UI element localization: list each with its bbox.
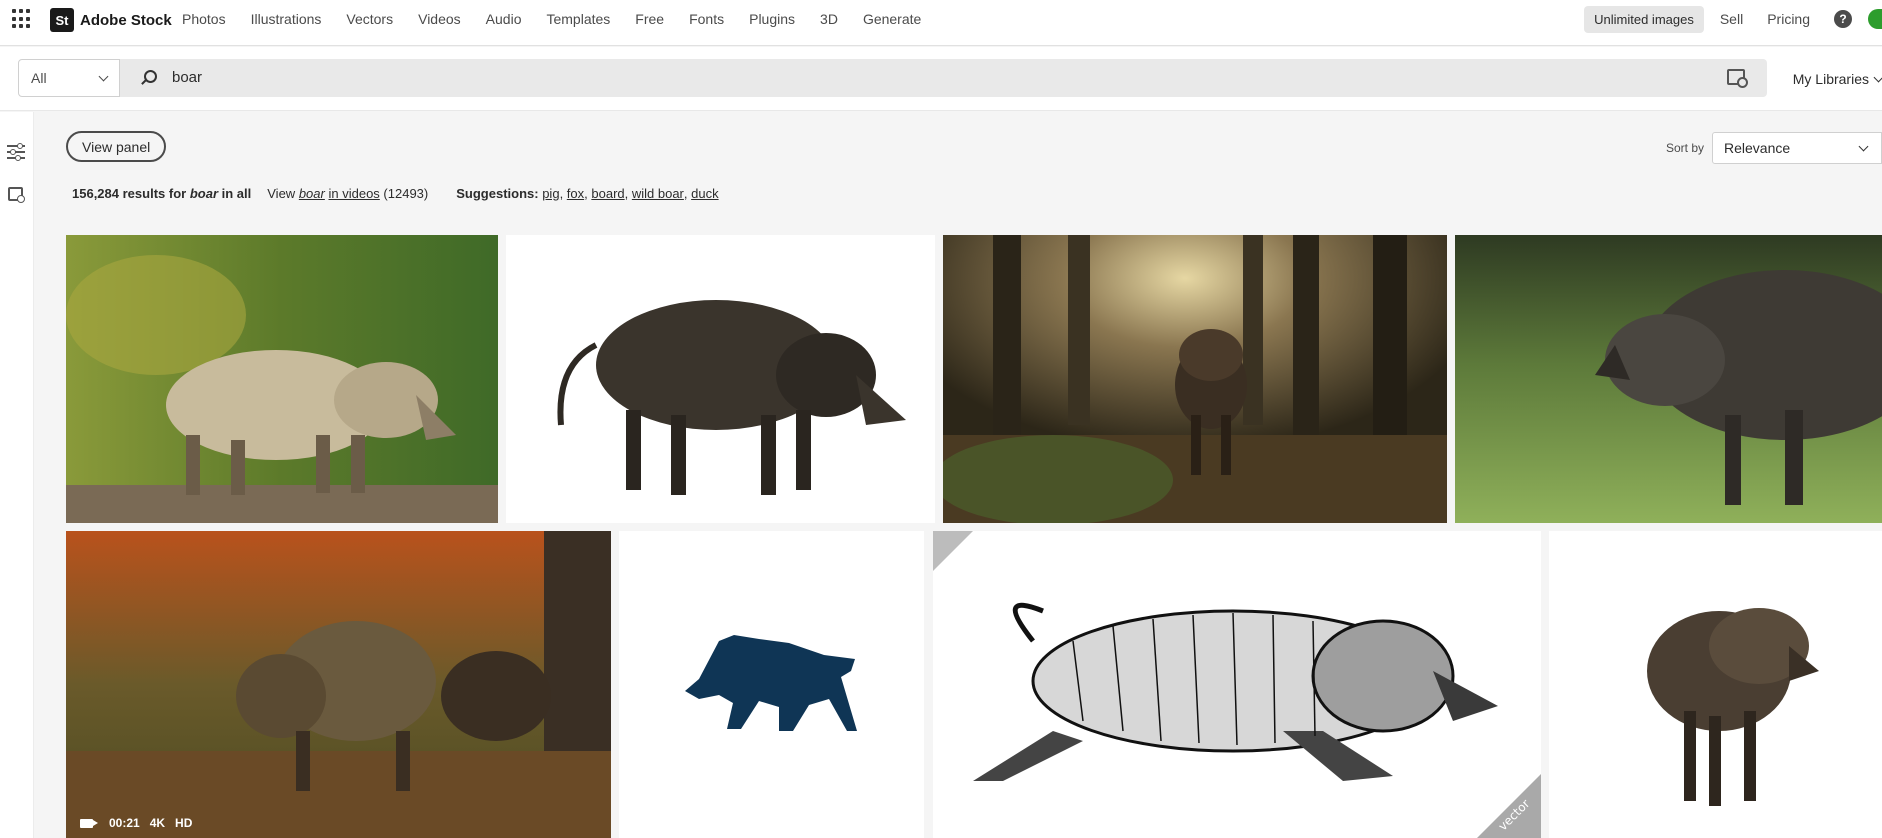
sort-select[interactable]: Relevance xyxy=(1712,132,1882,164)
search-scope-value: All xyxy=(31,70,47,86)
my-libraries-button[interactable]: My Libraries xyxy=(1793,71,1882,87)
in-all-text: in all xyxy=(221,186,252,201)
result-tile[interactable] xyxy=(1455,235,1882,523)
visual-search-icon[interactable] xyxy=(1727,69,1748,88)
chevron-down-icon xyxy=(1873,72,1882,83)
video-result-tile[interactable]: 00:21 4K HD xyxy=(66,531,611,838)
nav-photos[interactable]: Photos xyxy=(182,11,226,27)
boar-white-background-photo xyxy=(506,235,935,523)
boar-silhouette-logo xyxy=(619,531,924,838)
unlimited-images-button[interactable]: Unlimited images xyxy=(1584,5,1704,33)
result-count: 156,284 xyxy=(72,186,119,201)
chevron-down-icon xyxy=(98,71,109,82)
result-tile[interactable] xyxy=(1549,531,1882,838)
video-resolution-4k: 4K xyxy=(149,816,166,830)
chevron-down-icon xyxy=(1858,141,1869,152)
brand-name: Adobe Stock xyxy=(80,11,172,29)
nav-free[interactable]: Free xyxy=(635,11,664,27)
video-count: (12493) xyxy=(383,186,429,201)
my-libraries-label: My Libraries xyxy=(1792,71,1869,87)
search-scope-select[interactable]: All xyxy=(18,59,120,97)
result-tile[interactable]: vector xyxy=(933,531,1541,838)
nav-audio[interactable]: Audio xyxy=(486,11,522,27)
suggestion-board[interactable]: board xyxy=(591,186,624,201)
nav-generate[interactable]: Generate xyxy=(863,11,921,27)
suggestions-label: Suggestions: xyxy=(456,186,539,201)
left-rail xyxy=(0,112,34,838)
brand-badge: St xyxy=(50,8,74,32)
sort-value: Relevance xyxy=(1724,140,1791,156)
search-term: boar xyxy=(189,186,218,201)
video-resolution-hd: HD xyxy=(175,816,193,830)
top-navigation: St Adobe Stock Photos Illustrations Vect… xyxy=(0,0,1882,46)
view-panel-button[interactable]: View panel xyxy=(66,131,167,162)
boar-standing-white-photo xyxy=(1549,531,1882,838)
avatar[interactable] xyxy=(1868,9,1882,29)
search-bar: All boar My Libraries xyxy=(0,47,1882,111)
nav-templates[interactable]: Templates xyxy=(546,11,610,27)
results-for-text: results for xyxy=(122,186,187,201)
app-switcher-icon[interactable] xyxy=(12,9,32,29)
search-input[interactable]: boar xyxy=(120,59,1767,97)
results-summary: 156,284 results for boar in all View boa… xyxy=(72,186,719,201)
boar-engraving-vector xyxy=(933,531,1541,838)
boar-autumn-photo xyxy=(66,235,498,523)
nav-fonts[interactable]: Fonts xyxy=(689,11,724,27)
filters-icon[interactable] xyxy=(7,143,25,161)
main-nav: Photos Illustrations Vectors Videos Audi… xyxy=(182,11,946,27)
result-tile[interactable] xyxy=(506,235,935,523)
boar-family-video-thumbnail xyxy=(66,531,611,838)
nav-illustrations[interactable]: Illustrations xyxy=(251,11,322,27)
view-text: View xyxy=(267,186,296,201)
help-icon[interactable]: ? xyxy=(1834,10,1852,28)
search-icon xyxy=(144,70,157,83)
nav-vectors[interactable]: Vectors xyxy=(346,11,393,27)
suggestion-fox[interactable]: fox xyxy=(567,186,584,201)
search-query: boar xyxy=(172,69,203,86)
boar-forest-sunlight-photo xyxy=(943,235,1447,523)
video-badge: 00:21 4K HD xyxy=(80,816,192,830)
sell-link[interactable]: Sell xyxy=(1720,11,1743,27)
boar-grass-closeup-photo xyxy=(1455,235,1882,523)
view-videos-term-link[interactable]: boar xyxy=(299,186,325,201)
video-camera-icon xyxy=(80,818,98,828)
suggestion-duck[interactable]: duck xyxy=(691,186,718,201)
nav-right: Unlimited images Sell Pricing ? xyxy=(1584,3,1882,35)
suggestion-wild-boar[interactable]: wild boar xyxy=(632,186,684,201)
video-duration: 00:21 xyxy=(109,816,140,830)
visual-search-rail-icon[interactable] xyxy=(8,187,25,203)
nav-plugins[interactable]: Plugins xyxy=(749,11,795,27)
result-tile[interactable] xyxy=(66,235,498,523)
view-in-videos-link[interactable]: in videos xyxy=(328,186,379,201)
corner-marker xyxy=(933,531,973,571)
result-tile[interactable] xyxy=(619,531,924,838)
brand-logo[interactable]: St Adobe Stock xyxy=(50,8,172,32)
suggestion-pig[interactable]: pig xyxy=(542,186,559,201)
nav-videos[interactable]: Videos xyxy=(418,11,461,27)
nav-3d[interactable]: 3D xyxy=(820,11,838,27)
result-tile[interactable] xyxy=(943,235,1447,523)
sort-label: Sort by xyxy=(1666,141,1705,155)
pricing-link[interactable]: Pricing xyxy=(1767,11,1810,27)
